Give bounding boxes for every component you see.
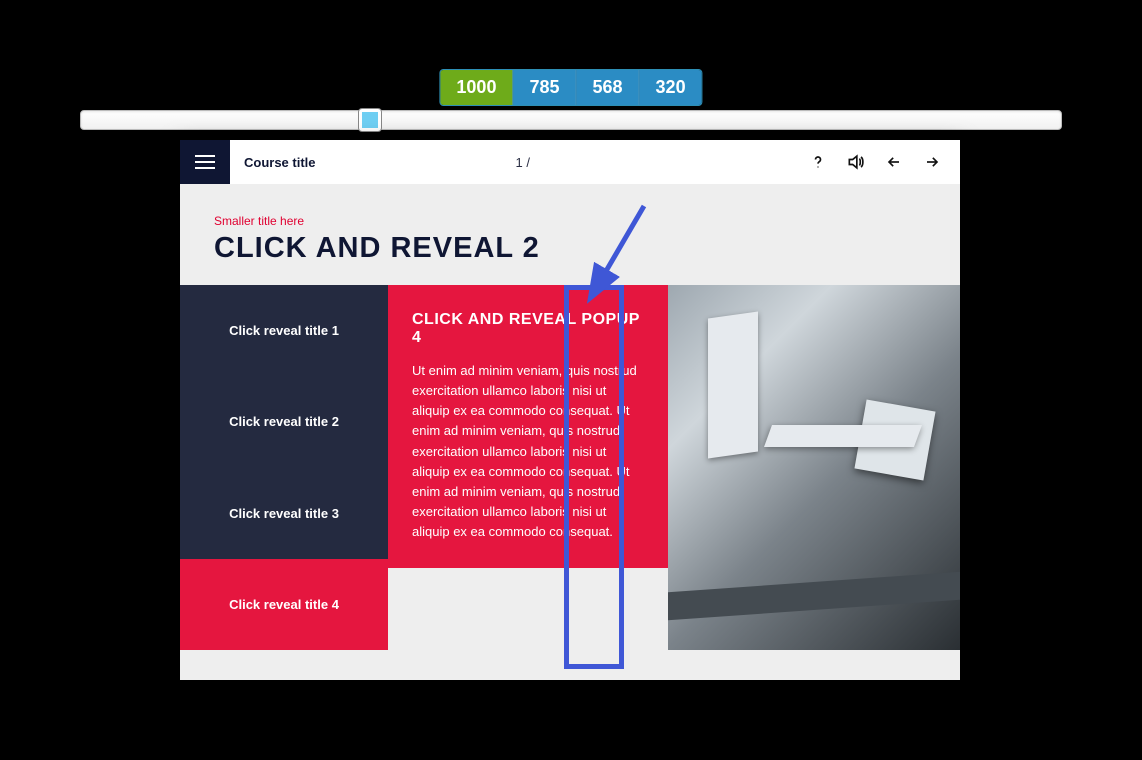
popup-body: Ut enim ad minim veniam, quis nostrud ex… [412, 361, 644, 542]
breakpoint-785-button[interactable]: 785 [513, 70, 575, 105]
width-slider-track[interactable] [80, 110, 1062, 130]
reveal-item-1[interactable]: Click reveal title 1 [180, 285, 388, 376]
breakpoint-320-button[interactable]: 320 [640, 70, 702, 105]
course-preview: Course title 1 / Smaller title here CLIC… [180, 140, 960, 680]
popup-title: CLICK AND REVEAL POPUP 4 [412, 311, 644, 347]
help-icon[interactable] [808, 152, 828, 172]
prev-arrow-icon[interactable] [884, 152, 904, 172]
popup-wrap: CLICK AND REVEAL POPUP 4 Ut enim ad mini… [388, 285, 668, 650]
breakpoint-switcher: 1000 785 568 320 [439, 69, 702, 106]
heading-area: Smaller title here CLICK AND REVEAL 2 [180, 184, 960, 285]
page-counter: 1 / [516, 155, 530, 170]
subtitle: Smaller title here [214, 214, 926, 228]
reveal-list: Click reveal title 1 Click reveal title … [180, 285, 388, 650]
reveal-item-3[interactable]: Click reveal title 3 [180, 468, 388, 559]
width-slider-handle[interactable] [359, 109, 381, 131]
hamburger-icon [195, 155, 215, 157]
reveal-item-2[interactable]: Click reveal title 2 [180, 376, 388, 467]
breakpoint-568-button[interactable]: 568 [577, 70, 639, 105]
course-title: Course title [244, 155, 316, 170]
reveal-item-4[interactable]: Click reveal title 4 [180, 559, 388, 650]
topbar-icons [808, 152, 960, 172]
next-arrow-icon[interactable] [922, 152, 942, 172]
content-row: Click reveal title 1 Click reveal title … [180, 285, 960, 650]
preview-topbar: Course title 1 / [180, 140, 960, 184]
menu-button[interactable] [180, 140, 230, 184]
audio-icon[interactable] [846, 152, 866, 172]
reveal-popup: CLICK AND REVEAL POPUP 4 Ut enim ad mini… [388, 285, 668, 568]
breakpoint-1000-button[interactable]: 1000 [440, 70, 512, 105]
page-title: CLICK AND REVEAL 2 [214, 232, 926, 265]
content-image [668, 285, 960, 650]
